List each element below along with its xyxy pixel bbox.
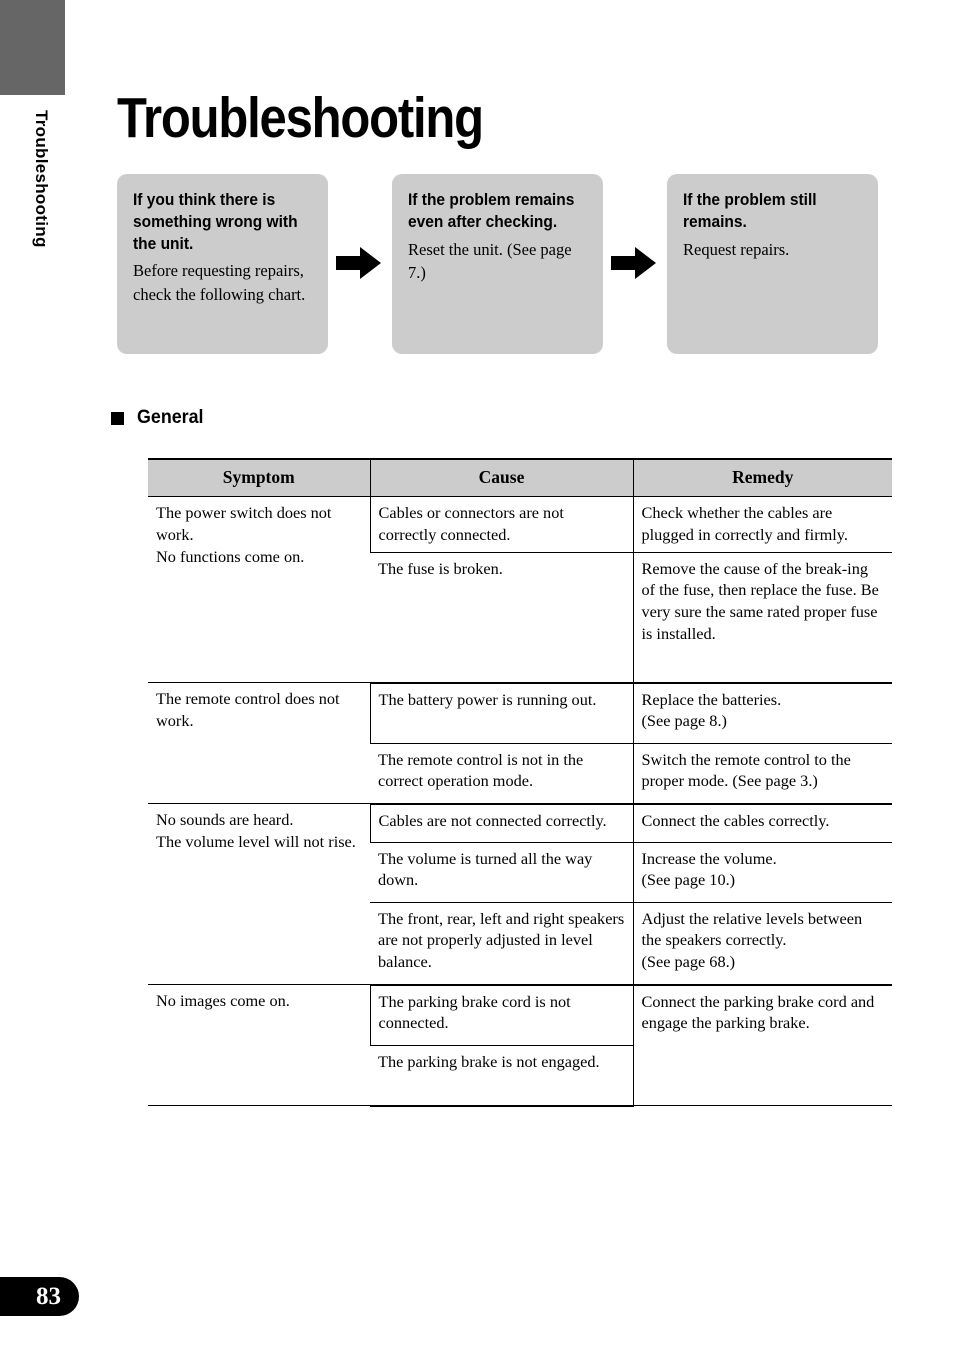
flow-step-2: If the problem remains even after checki…	[392, 174, 603, 354]
table-row: The remote control does not work. The ba…	[148, 682, 892, 805]
page-content: Troubleshooting If you think there is so…	[111, 0, 907, 1107]
page-number-tab: 83	[0, 1277, 79, 1316]
cell-cause: The parking brake is not engaged.	[370, 1045, 633, 1107]
table-header-row: Symptom Cause Remedy	[148, 458, 892, 498]
cell-remedy: Connect the cables correctly.	[632, 803, 892, 843]
cell-symptom: The power switch does not work. No funct…	[148, 496, 370, 684]
section-heading-label: General	[137, 407, 204, 428]
cell-remedy: Connect the parking brake cord and engag…	[632, 984, 892, 1107]
cell-remedy: Increase the volume. (See page 10.)	[632, 842, 892, 903]
flow-step-3-body: Request repairs.	[683, 239, 790, 259]
page-title: Troubleshooting	[117, 86, 484, 150]
flow-step-2-body: Reset the unit. (See page 7.)	[408, 239, 572, 282]
cell-cause: The front, rear, left and right speakers…	[370, 902, 633, 986]
column-header-symptom: Symptom	[148, 458, 370, 498]
column-header-cause: Cause	[369, 458, 633, 498]
table-row: No sounds are heard. The volume level wi…	[148, 803, 892, 986]
cell-remedy: Switch the remote control to the proper …	[632, 743, 892, 805]
flow-step-1-heading: If you think there is something wrong wi…	[133, 191, 298, 253]
square-bullet-icon	[111, 411, 124, 425]
flow-step-3: If the problem still remains. Request re…	[667, 174, 878, 354]
troubleshooting-table-wrapper: Symptom Cause Remedy The power switch do…	[148, 458, 892, 1107]
troubleshooting-table: Symptom Cause Remedy The power switch do…	[148, 458, 892, 1107]
table-row: The power switch does not work. No funct…	[148, 496, 892, 684]
cell-cause: The battery power is running out.	[369, 682, 633, 744]
section-heading: General	[111, 407, 907, 429]
right-arrow-icon	[611, 247, 656, 279]
cell-symptom: No sounds are heard. The volume level wi…	[148, 803, 370, 986]
cell-cause: The parking brake cord is not connected.	[369, 984, 633, 1046]
column-header-remedy: Remedy	[632, 458, 892, 498]
page-number: 83	[36, 1283, 61, 1310]
cell-cause: Cables are not connected correctly.	[369, 803, 633, 843]
flow-step-3-heading: If the problem still remains.	[683, 191, 817, 231]
cell-cause: The remote control is not in the correct…	[370, 743, 633, 805]
flow-step-2-heading: If the problem remains even after checki…	[408, 191, 575, 231]
vertical-chapter-label: Troubleshooting	[0, 110, 85, 300]
table-row: No images come on. The parking brake cor…	[148, 984, 892, 1107]
cell-cause: The volume is turned all the way down.	[370, 842, 633, 903]
cell-remedy: Replace the batteries. (See page 8.)	[632, 682, 892, 744]
flow-step-1: If you think there is something wrong wi…	[117, 174, 328, 354]
chapter-tab-marker	[0, 0, 65, 95]
cell-cause: Cables or connectors are not correctly c…	[369, 496, 633, 553]
troubleshooting-flow: If you think there is something wrong wi…	[117, 174, 907, 354]
right-arrow-icon	[336, 247, 381, 279]
cell-symptom: No images come on.	[148, 984, 370, 1107]
cell-symptom: The remote control does not work.	[148, 682, 370, 805]
flow-step-1-body: Before requesting repairs, check the fol…	[133, 261, 306, 304]
cell-remedy: Remove the cause of the break-ing of the…	[632, 552, 892, 684]
cell-remedy: Check whether the cables are plugged in …	[632, 496, 892, 553]
vertical-chapter-label-text: Troubleshooting	[32, 110, 51, 248]
cell-cause: The fuse is broken.	[370, 552, 633, 684]
cell-remedy: Adjust the relative levels between the s…	[632, 902, 892, 986]
